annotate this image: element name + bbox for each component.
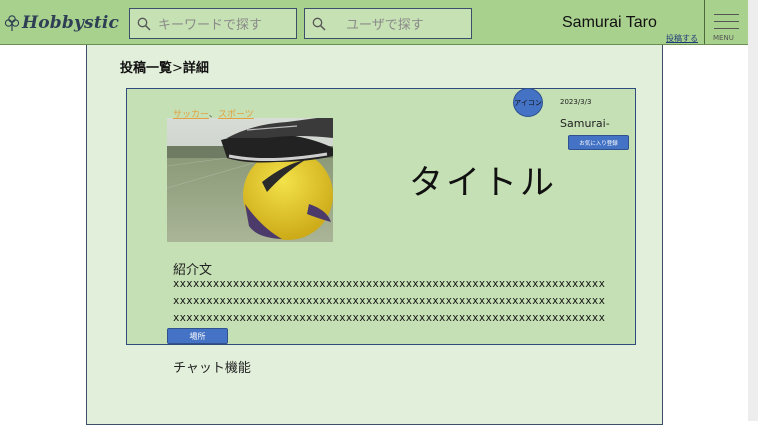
post-card: サッカー、スポーツ アイコン 2023/3/3 Samurai- お気に入り登録… <box>126 88 636 345</box>
search-icon <box>137 17 151 31</box>
tag-separator: 、 <box>208 110 218 120</box>
keyword-search-input[interactable]: キーワードで探す <box>129 8 297 39</box>
user-search-input[interactable]: ユーザで探す <box>304 8 472 39</box>
avatar[interactable]: アイコン <box>513 88 543 117</box>
chat-section-label[interactable]: チャット機能 <box>173 357 251 376</box>
intro-heading: 紹介文 <box>173 263 213 278</box>
tag-list: サッカー、スポーツ <box>173 107 254 120</box>
scrollbar[interactable] <box>748 0 758 421</box>
intro-text-line: xxxxxxxxxxxxxxxxxxxxxxxxxxxxxxxxxxxxxxxx… <box>173 295 606 307</box>
logo[interactable]: Hobbystic <box>4 10 119 36</box>
logo-text: Hobbystic <box>22 13 120 33</box>
post-date: 2023/3/3 <box>560 98 592 106</box>
intro-text-line: xxxxxxxxxxxxxxxxxxxxxxxxxxxxxxxxxxxxxxxx… <box>173 312 606 324</box>
menu-button[interactable]: MENU <box>704 0 747 44</box>
clover-icon <box>4 15 20 31</box>
breadcrumb: 投稿一覧>詳細 <box>120 57 209 76</box>
search-icon <box>312 17 326 31</box>
user-name[interactable]: Samurai Taro <box>562 14 657 32</box>
breadcrumb-separator: > <box>172 61 183 76</box>
intro-text-line: xxxxxxxxxxxxxxxxxxxxxxxxxxxxxxxxxxxxxxxx… <box>173 278 606 290</box>
keyword-search-placeholder: キーワードで探す <box>158 18 263 33</box>
tag-soccer[interactable]: サッカー <box>173 110 209 120</box>
header: Hobbystic キーワードで探す ユーザで探す Samurai Taro 投… <box>0 0 748 45</box>
menu-label: MENU <box>713 34 734 42</box>
post-title: タイトル <box>409 163 557 203</box>
breadcrumb-parent[interactable]: 投稿一覧 <box>120 61 172 76</box>
main-panel: 投稿一覧>詳細 サッカー、スポーツ アイコン 2023/3/3 Samurai-… <box>86 45 663 425</box>
tag-sports[interactable]: スポーツ <box>218 110 254 120</box>
post-image <box>167 118 333 242</box>
post-link[interactable]: 投稿する <box>666 33 698 44</box>
breadcrumb-current: 詳細 <box>182 61 209 76</box>
place-button[interactable]: 場所 <box>167 328 228 344</box>
user-search-placeholder: ユーザで探す <box>346 18 424 33</box>
author-name[interactable]: Samurai- <box>560 117 610 130</box>
favorite-button[interactable]: お気に入り登録 <box>568 135 629 150</box>
hamburger-icon <box>714 14 739 15</box>
